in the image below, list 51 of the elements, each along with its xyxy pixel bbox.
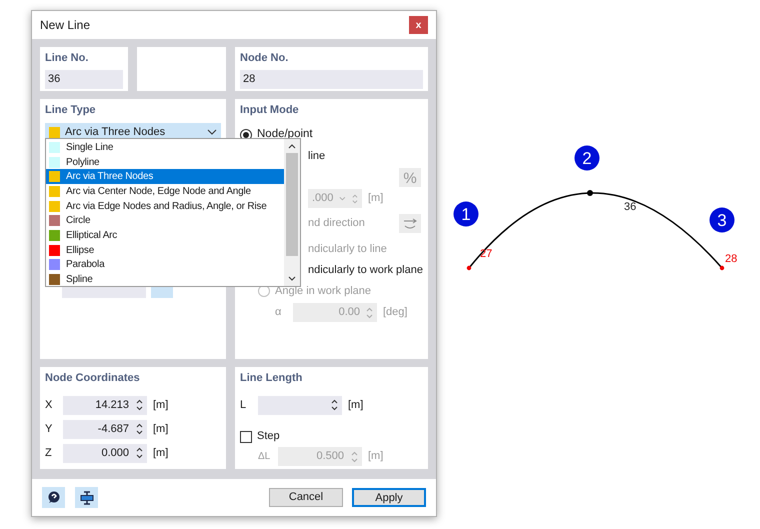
close-button[interactable]: x (409, 16, 428, 34)
dropdown-item[interactable]: Circle (46, 213, 284, 228)
option-label: nd direction (308, 216, 365, 232)
dropdown-item[interactable]: Elliptical Arc (46, 228, 284, 243)
line-number-field[interactable]: 36 (45, 70, 123, 88)
dropdown-item[interactable]: Arc via Three Nodes (46, 169, 284, 184)
coordinate-label: X (45, 398, 54, 413)
option-label: ndicularly to line (308, 242, 387, 257)
cancel-button[interactable]: Cancel (269, 488, 343, 507)
unit-label: [m] (348, 398, 364, 413)
panel-title: Line Length (240, 371, 304, 386)
dropdown-item[interactable]: Parabola (46, 258, 284, 272)
unit-label: [deg] (383, 305, 408, 320)
panel-title: Node No. (240, 51, 290, 66)
coordinate-label: Z (45, 446, 53, 461)
dropdown-item[interactable]: Arc via Center Node, Edge Node and Angle (46, 184, 284, 199)
unit-label: [m] (368, 191, 384, 206)
option-label: line (308, 148, 326, 164)
input-field[interactable]: -4.687 (63, 420, 147, 438)
coordinate-label: Y (45, 422, 54, 437)
panel-title: Node Coordinates (45, 371, 141, 386)
window-title: New Line (40, 17, 90, 34)
line-label: 36 (624, 201, 636, 213)
field-label: L (240, 398, 248, 413)
unit-label: [m] (153, 446, 168, 461)
dropdown-item[interactable]: Arc via Edge Nodes and Radius, Angle, or Rise (46, 198, 284, 214)
unit-label: [m] (153, 422, 168, 437)
option-label: ndicularly to work plane (308, 262, 423, 278)
radio-label: Node/point (257, 127, 313, 142)
checkbox-label: Step (257, 429, 280, 444)
dropdown-item[interactable]: Single Line (46, 140, 284, 155)
node-label: 27 (480, 248, 492, 260)
input-field[interactable]: 0.000 (63, 444, 147, 462)
dropdown-item[interactable]: Spline (46, 272, 284, 286)
node-label: 28 (725, 253, 738, 265)
unit-label: [m] (153, 398, 168, 413)
panel-title: Line No. (45, 51, 90, 66)
step-marker: 1 (454, 202, 478, 226)
step-marker: 2 (574, 146, 600, 170)
dropdown-item[interactable]: Polyline (46, 154, 284, 170)
step-marker: 3 (710, 208, 734, 232)
apply-button[interactable]: Apply (352, 488, 426, 507)
dropdown-item[interactable]: Ellipse (46, 242, 284, 258)
field-label: α (275, 305, 282, 320)
radio-label: Angle in work plane (275, 284, 372, 299)
panel-title: Input Mode (240, 103, 300, 118)
node-number-field[interactable]: 28 (240, 70, 423, 88)
input-field[interactable]: 14.213 (63, 396, 147, 414)
field-label: ΔL (258, 450, 272, 464)
unit-label: [m] (368, 449, 384, 464)
panel-title: Line Type (45, 103, 97, 118)
